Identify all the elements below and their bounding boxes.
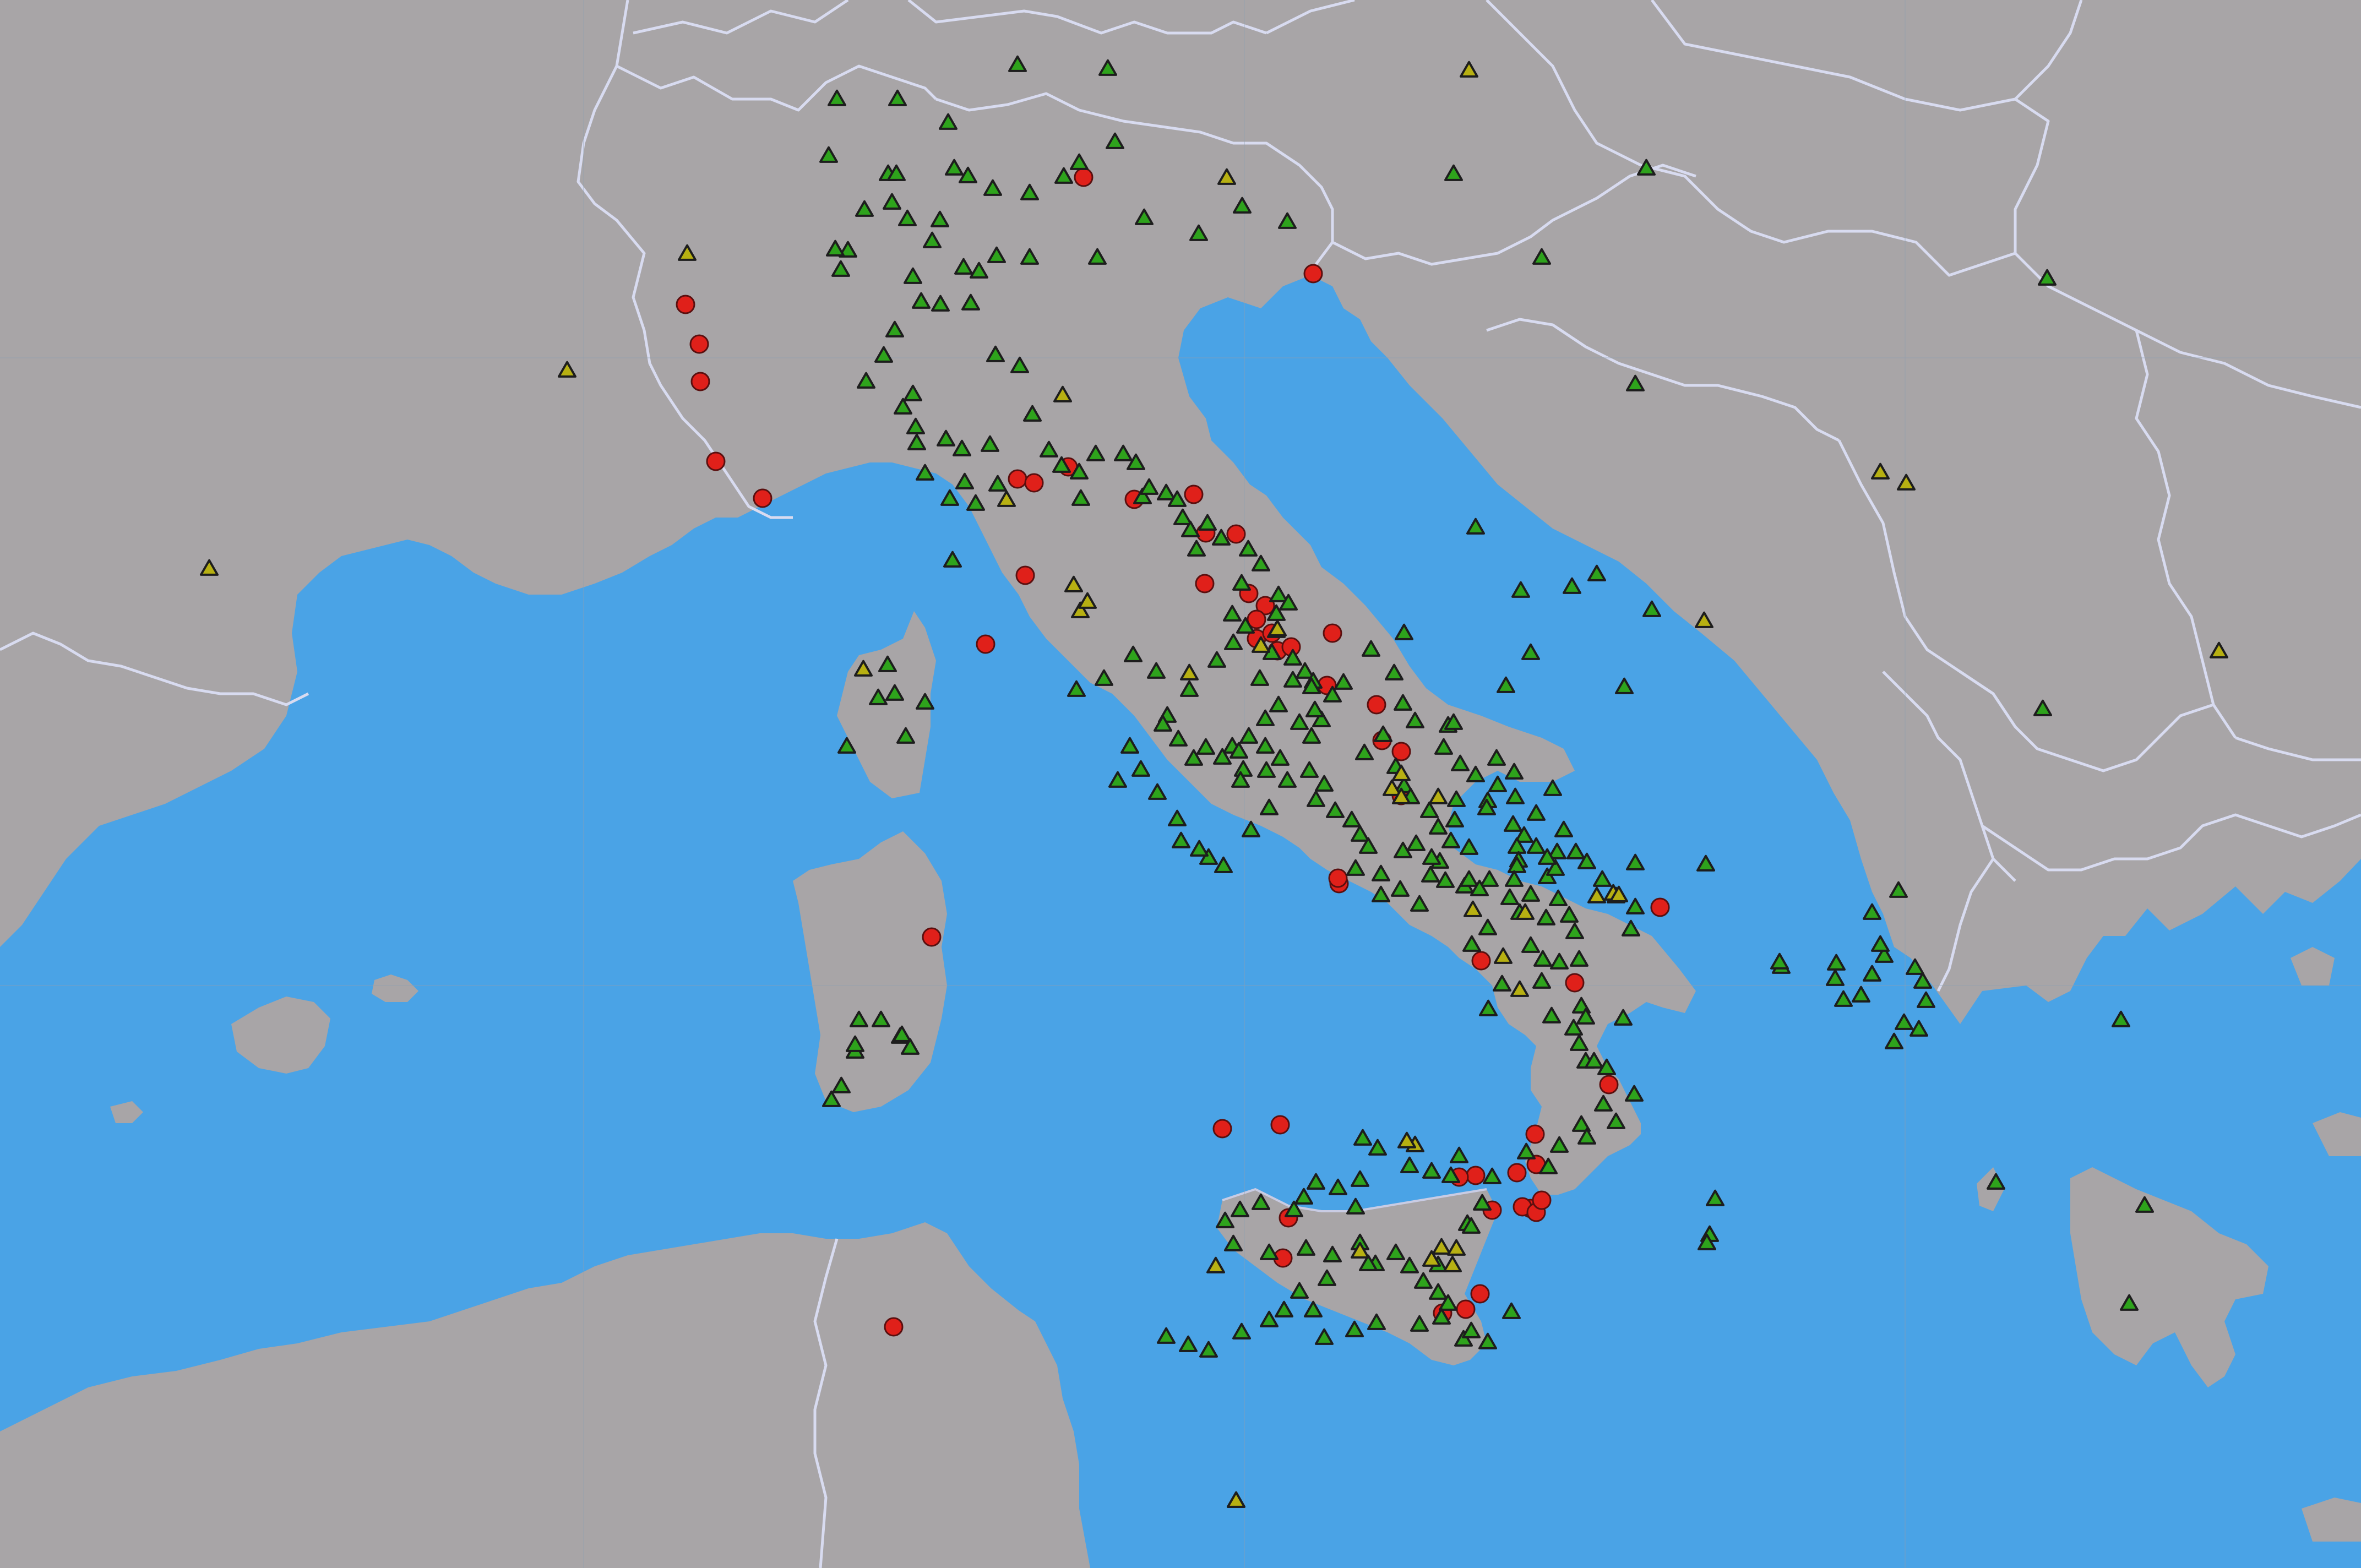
event-dot-red[interactable] <box>1270 1115 1290 1135</box>
event-dot-red[interactable] <box>1599 1075 1619 1095</box>
event-dot-red[interactable] <box>1471 951 1491 971</box>
event-dot-red[interactable] <box>1008 469 1027 489</box>
event-dot-red[interactable] <box>1456 1299 1476 1319</box>
event-dot-red[interactable] <box>1184 484 1204 504</box>
event-dot-red[interactable] <box>1466 1166 1486 1185</box>
event-dot-red[interactable] <box>1074 167 1094 187</box>
land-sardinia <box>793 831 947 1112</box>
event-dot-red[interactable] <box>1328 868 1348 888</box>
event-dot-red[interactable] <box>1226 524 1246 544</box>
event-dot-red[interactable] <box>976 634 995 654</box>
event-dot-red[interactable] <box>706 451 726 471</box>
event-dot-red[interactable] <box>753 488 773 508</box>
event-dot-red[interactable] <box>1212 1119 1232 1139</box>
event-dot-red[interactable] <box>1532 1190 1552 1210</box>
event-dot-red[interactable] <box>1015 565 1035 585</box>
event-dot-red[interactable] <box>1650 897 1670 917</box>
event-dot-red[interactable] <box>676 295 695 314</box>
event-dot-red[interactable] <box>1507 1163 1527 1183</box>
event-dot-red[interactable] <box>1024 473 1044 493</box>
event-dot-red[interactable] <box>1367 695 1386 715</box>
event-dot-red[interactable] <box>1303 264 1323 284</box>
event-dot-red[interactable] <box>690 372 710 391</box>
event-dot-red[interactable] <box>1470 1284 1490 1304</box>
event-dot-red[interactable] <box>1525 1124 1545 1144</box>
event-dot-red[interactable] <box>1195 574 1215 594</box>
event-dot-red[interactable] <box>1565 973 1585 993</box>
map-canvas[interactable] <box>0 0 2361 1568</box>
event-dot-red[interactable] <box>689 334 709 354</box>
event-dot-red[interactable] <box>1323 623 1342 643</box>
event-dot-red[interactable] <box>884 1317 904 1337</box>
map-view[interactable] <box>0 0 2361 1568</box>
event-dot-red[interactable] <box>922 927 942 947</box>
